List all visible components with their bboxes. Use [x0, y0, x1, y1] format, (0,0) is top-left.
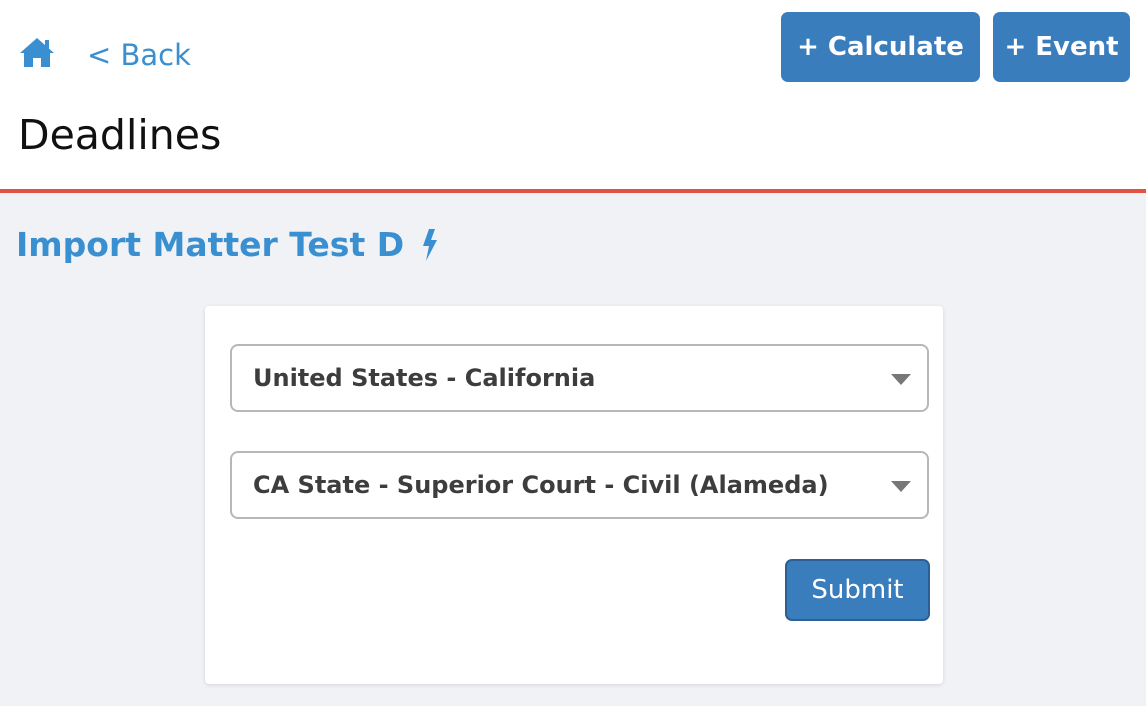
header: < Back + Calculate + Event Deadlines: [0, 0, 1146, 193]
page: < Back + Calculate + Event Deadlines Imp…: [0, 0, 1146, 706]
add-event-button[interactable]: + Event: [993, 12, 1130, 82]
jurisdiction-select[interactable]: United States - California: [230, 344, 929, 412]
submit-button[interactable]: Submit: [785, 559, 930, 621]
jurisdiction-select-value: United States - California: [253, 364, 596, 392]
matter-title-row: Import Matter Test D: [16, 224, 440, 266]
home-icon[interactable]: [18, 36, 56, 68]
court-select[interactable]: CA State - Superior Court - Civil (Alame…: [230, 451, 929, 519]
jurisdiction-card: United States - California CA State - Su…: [205, 306, 943, 684]
calculate-button[interactable]: + Calculate: [781, 12, 980, 82]
caret-down-icon: [891, 481, 911, 492]
lightning-bolt-icon[interactable]: [420, 228, 440, 262]
matter-title[interactable]: Import Matter Test D: [16, 224, 404, 266]
caret-down-icon: [891, 374, 911, 385]
back-link[interactable]: < Back: [87, 36, 191, 74]
page-title: Deadlines: [18, 111, 222, 159]
court-select-value: CA State - Superior Court - Civil (Alame…: [253, 471, 829, 499]
